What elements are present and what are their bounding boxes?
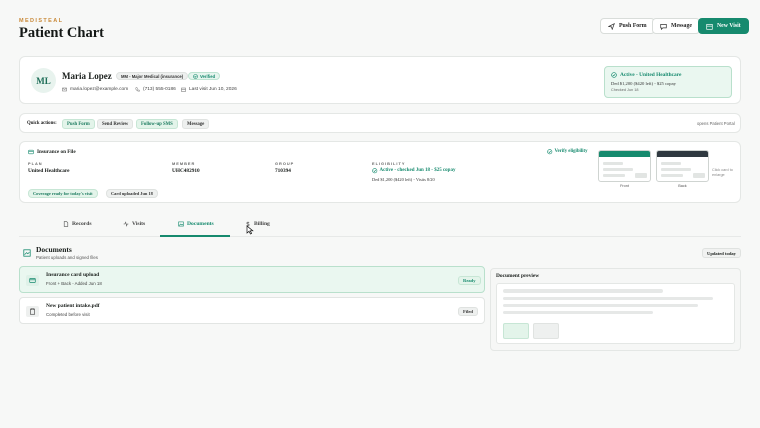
- document-row-intake[interactable]: New patient intake.pdf Completed before …: [19, 297, 485, 324]
- enlarge-hint: Click card to enlarge: [712, 168, 733, 177]
- active-tab-indicator: [160, 235, 230, 237]
- insurance-card-back-thumbnail[interactable]: [656, 150, 709, 182]
- group-label: GROUP: [275, 161, 295, 166]
- image-icon: [178, 221, 184, 227]
- quick-action-follow-up-sms[interactable]: Follow-up SMS: [136, 119, 178, 129]
- calendar-icon: [706, 23, 713, 30]
- insurance-title-text: Insurance on File: [37, 149, 76, 155]
- patient-name: Maria Lopez: [62, 71, 112, 81]
- last-visit: Last visit Jun 10, 2026: [181, 87, 237, 92]
- document-name: Insurance card upload: [46, 272, 100, 278]
- clipboard-icon: [26, 306, 39, 317]
- push-form-label: Push Form: [619, 23, 647, 29]
- group-value: 710394: [275, 168, 291, 174]
- tab-documents[interactable]: Documents: [178, 221, 214, 227]
- message-button[interactable]: Message: [652, 18, 700, 34]
- tab-records-label: Records: [72, 221, 92, 227]
- patient-portal-link[interactable]: opens Patient Portal: [697, 121, 735, 126]
- phone-text: (713) 555-0186: [143, 87, 176, 92]
- preview-canvas: [496, 283, 735, 344]
- card-front-caption: Front: [620, 184, 629, 188]
- tab-billing-label: Billing: [254, 221, 270, 227]
- verified-label: Verified: [200, 73, 216, 79]
- status-title: Active - United Healthcare: [611, 72, 681, 78]
- card-back-caption: Back: [678, 184, 687, 188]
- tab-records[interactable]: Records: [63, 221, 92, 227]
- preview-title: Document preview: [496, 273, 540, 279]
- status-title-text: Active - United Healthcare: [620, 72, 682, 78]
- tab-documents-label: Documents: [187, 221, 214, 227]
- coverage-ready-chip: Coverage ready for today's visit: [28, 189, 98, 198]
- documents-icon: [23, 249, 31, 257]
- quick-actions-bar: Quick actions: Push Form Send Review Fol…: [19, 113, 741, 133]
- tab-visits[interactable]: Visits: [123, 221, 145, 227]
- activity-icon: [123, 221, 129, 227]
- check-circle-icon: [611, 72, 617, 78]
- eligibility-label: ELIGIBILITY: [372, 161, 406, 166]
- quick-action-push-form[interactable]: Push Form: [62, 119, 95, 129]
- avatar: ML: [31, 68, 56, 93]
- filed-badge: Filed: [458, 307, 478, 316]
- send-icon: [608, 22, 615, 30]
- plan-label: PLAN: [28, 161, 43, 166]
- status-detail: Ded $1,200 ($420 left) - $25 copay: [611, 81, 676, 86]
- mouse-cursor-icon: [246, 225, 254, 235]
- quick-action-send-review[interactable]: Send Review: [97, 119, 134, 129]
- check-circle-icon: [193, 73, 198, 79]
- plan-value: United Healthcare: [28, 168, 70, 174]
- verify-eligibility-text: Verify eligibility: [554, 149, 588, 155]
- eligibility-status-box: Active - United Healthcare Ded $1,200 ($…: [604, 66, 732, 98]
- new-visit-label: New Visit: [717, 23, 741, 29]
- quick-actions-label: Quick actions:: [27, 121, 57, 126]
- documents-title: Documents: [36, 245, 72, 254]
- document-sub: Front + Back - Added Jun 18: [46, 281, 102, 286]
- plan-badge: MM - Major Medical (insurance): [116, 72, 189, 80]
- status-checked: Checked Jun 18: [611, 88, 639, 92]
- last-visit-text: Last visit Jun 10, 2026: [189, 87, 237, 92]
- verify-eligibility-link[interactable]: Verify eligibility: [547, 149, 588, 155]
- member-value: UHC482910: [172, 168, 200, 174]
- insurance-title: Insurance on File: [28, 149, 76, 155]
- eligibility-sub: Ded $1,200 ($420 left) - Visits 8/20: [372, 177, 435, 182]
- document-name: New patient intake.pdf: [46, 303, 100, 309]
- documents-subtitle: Patient uploads and signed files: [36, 255, 99, 260]
- check-circle-icon: [372, 168, 378, 174]
- shield-check-icon: [547, 149, 553, 155]
- eligibility-value-text: Active - checked Jun 18 - $25 copay: [379, 168, 456, 174]
- document-row-insurance-card[interactable]: Insurance card upload Front + Back - Add…: [19, 266, 485, 293]
- brand-label: MEDISTEAL: [19, 18, 64, 24]
- verified-badge: Verified: [188, 72, 221, 80]
- mail-icon: [62, 87, 67, 92]
- insurance-card: Insurance on File Verify eligibility PLA…: [19, 141, 741, 203]
- tab-visits-label: Visits: [132, 221, 146, 227]
- insurance-card-front-thumbnail[interactable]: [598, 150, 651, 182]
- push-form-button[interactable]: Push Form: [600, 18, 655, 34]
- tabs-divider: [19, 236, 741, 237]
- credit-card-icon: [28, 149, 34, 155]
- quick-action-message[interactable]: Message: [182, 119, 210, 129]
- eligibility-value: Active - checked Jun 18 - $25 copay: [372, 168, 455, 174]
- credit-card-icon: [26, 275, 39, 286]
- document-sub: Completed before visit: [46, 312, 90, 317]
- ready-badge: Ready: [458, 276, 481, 285]
- patient-card: ML Maria Lopez MM - Major Medical (insur…: [19, 56, 741, 104]
- chat-icon: [660, 23, 667, 30]
- file-icon: [63, 221, 69, 227]
- patient-phone[interactable]: (713) 555-0186: [135, 87, 176, 92]
- card-uploaded-chip: Card uploaded Jun 18: [106, 189, 158, 198]
- document-preview-panel: Document preview: [490, 268, 741, 351]
- documents-section: Documents Patient uploads and signed fil…: [19, 242, 741, 375]
- updated-badge: Updated today: [702, 248, 741, 258]
- message-label: Message: [671, 23, 692, 29]
- member-label: MEMBER: [172, 161, 196, 166]
- patient-email[interactable]: maria.lopez@example.com: [62, 87, 128, 92]
- phone-icon: [135, 87, 140, 92]
- email-text: maria.lopez@example.com: [70, 87, 129, 92]
- page-title: Patient Chart: [19, 25, 104, 41]
- calendar-icon: [181, 87, 186, 92]
- new-visit-button[interactable]: New Visit: [698, 18, 749, 34]
